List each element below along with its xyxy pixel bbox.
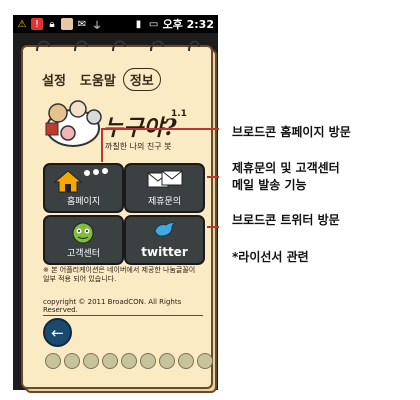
twitter-bird-icon [154,222,177,237]
mail-icon: ✉ [77,18,87,30]
tab-bar: 설정 도움말 정보 [35,68,205,91]
callout-line-homepage [101,128,219,130]
tab-info[interactable]: 정보 [122,68,161,91]
mascot-icon [197,353,213,369]
font-notice: ※ 본 어플리케이션은 네이버에서 제공한 나눔글꼴이 일부 적용 되어 있습니… [43,266,196,283]
mascot-icon [178,353,194,369]
support-button[interactable]: 고객센터 [43,215,124,265]
battery-icon: ▭ [148,18,159,30]
envelope-icon [147,170,183,188]
speech-dots-icon [84,168,108,176]
callout-license: *라이선서 관련 [232,250,309,264]
twitter-label: twitter [141,245,188,259]
status-bar: ⚠ ! 🔒︎ ✉ ⏚ ▮ ▭ 오후 2:32 [13,15,218,33]
partnership-label: 제휴문의 [147,197,182,207]
clock: 오후 2:32 [162,18,214,31]
homepage-label: 홈페이지 [66,197,101,207]
logo-title: 누구야? [103,115,177,141]
mascot-icon [83,353,99,369]
usb-icon: ⏚ [92,20,102,32]
home-icon [53,170,83,193]
mascot-icon [64,353,80,369]
copyright-text: copyright © 2011 BroadCON. All Rights Re… [43,298,203,316]
callout-line-homepage-vertical [101,128,103,162]
mascot-row [45,353,213,369]
monster-icon [72,222,94,244]
back-button[interactable]: ← [43,318,72,347]
binder-rings [36,40,200,52]
callout-homepage: 브로드콘 홈페이지 방문 [232,125,351,139]
version-label: 1.1 [171,109,187,119]
callout-partnership-line2: 메일 발송 기능 [232,178,307,192]
mascot-illustration [45,100,102,147]
partnership-button[interactable]: 제휴문의 [124,163,205,213]
mascot-icon [102,353,118,369]
mascot-icon [121,353,137,369]
avatar-icon [61,18,73,30]
warning-icon: ⚠ [17,18,27,30]
homepage-button[interactable]: 홈페이지 [43,163,124,213]
twitter-button[interactable]: twitter [124,215,205,265]
app-notification-icon: ! [31,18,43,30]
mascot-icon [140,353,156,369]
callout-line-partnership [207,176,219,178]
arrow-left-icon: ← [51,323,64,342]
mascot-icon [45,353,61,369]
callout-twitter: 브로드콘 트위터 방문 [232,213,340,227]
phone-screen: ⚠ ! 🔒︎ ✉ ⏚ ▮ ▭ 오후 2:32 설정 도움말 정보 누구야? 1.… [13,15,218,393]
logo-subtitle: 까칠한 나의 친구 봇 [105,142,172,151]
tab-settings[interactable]: 설정 [35,68,73,91]
tab-help[interactable]: 도움말 [73,68,123,91]
support-label: 고객센터 [66,249,101,259]
callout-line-twitter [207,226,219,228]
mascot-icon [159,353,175,369]
callout-partnership-line1: 제휴문의 및 고객센터 [232,161,340,175]
signal-icon: ▮ [135,18,142,30]
lock-icon: 🔒︎ [49,18,55,30]
